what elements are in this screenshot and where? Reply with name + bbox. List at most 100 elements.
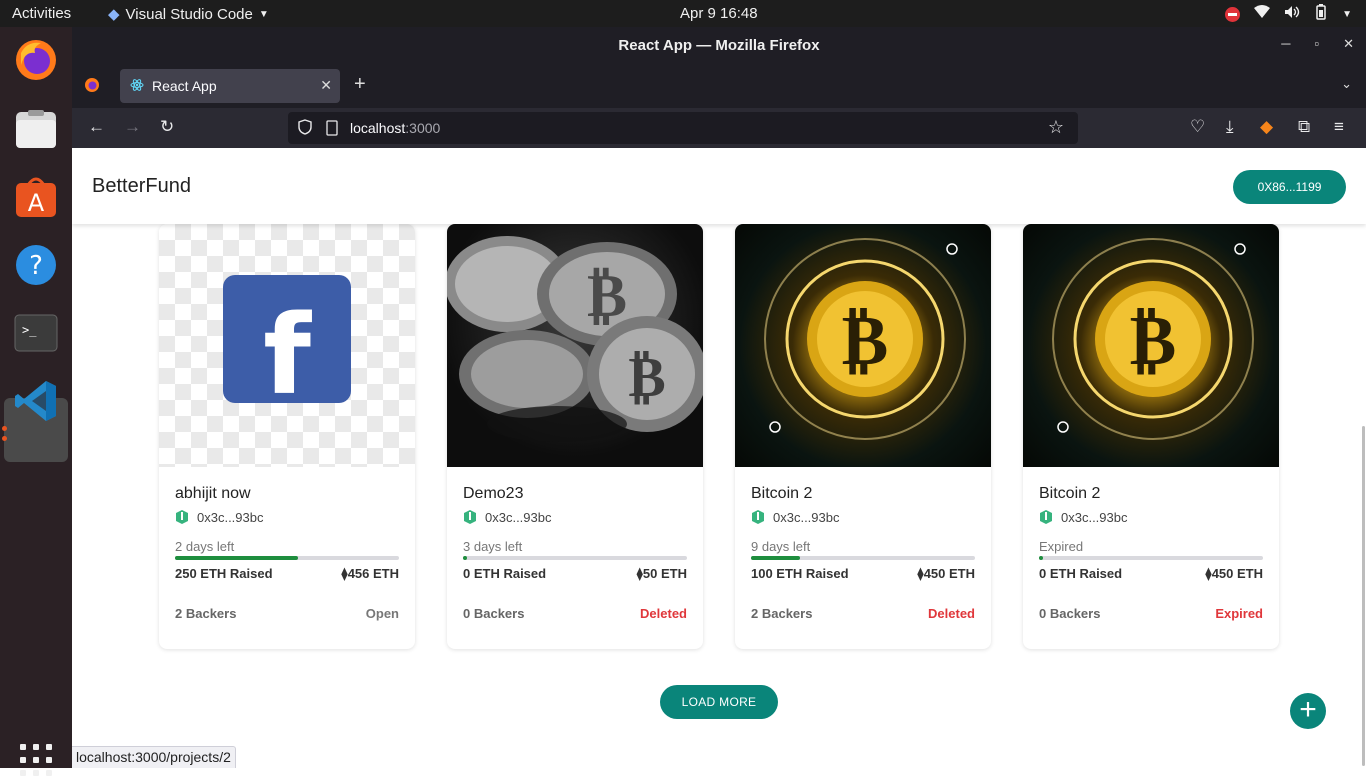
svg-text:A: A bbox=[28, 189, 45, 217]
silver-bitcoins-image: ₿ ₿ bbox=[447, 224, 703, 467]
progress-fill bbox=[751, 556, 801, 560]
status-badge: Expired bbox=[1215, 606, 1263, 621]
minimize-icon[interactable]: ─ bbox=[1281, 36, 1290, 52]
facebook-icon: f bbox=[223, 275, 351, 403]
system-menu-chevron-icon[interactable]: ▼ bbox=[1342, 9, 1352, 20]
progress-fill bbox=[1039, 556, 1043, 560]
project-name: abhijit now bbox=[175, 485, 251, 502]
time-left: 2 days left bbox=[175, 539, 235, 554]
project-card[interactable]: ₿ Bitcoin 2 0x3c...93bc Expired 0 ETH Ra… bbox=[1023, 224, 1279, 649]
link-status-bar: localhost:3000/projects/2 bbox=[72, 746, 236, 768]
extensions-icon[interactable]: ⧉ bbox=[1298, 117, 1310, 137]
project-card[interactable]: ₿ Bitcoin 2 0x3c...93bc 9 days left 100 … bbox=[735, 224, 991, 649]
project-owner: 0x3c...93bc bbox=[1039, 509, 1263, 525]
navigation-toolbar: ← → ↻ localhost:3000 ☆ ♡ ⤓ ◆ ⧉ ≡ bbox=[72, 108, 1366, 148]
project-owner: 0x3c...93bc bbox=[175, 509, 399, 525]
add-project-button[interactable]: + bbox=[1290, 693, 1326, 729]
tab-title: React App bbox=[152, 78, 217, 94]
eth-goal: ⧫450 ETH bbox=[1205, 566, 1263, 582]
status-badge: Open bbox=[365, 606, 399, 621]
downloads-icon[interactable]: ⤓ bbox=[1226, 117, 1234, 137]
status-badge: Deleted bbox=[928, 606, 975, 621]
terminal-icon[interactable]: >_ bbox=[12, 309, 60, 357]
eth-raised: 250 ETH Raised bbox=[175, 566, 273, 581]
url-host: localhost bbox=[350, 120, 406, 136]
app-menu[interactable]: ◆ Visual Studio Code ▼ bbox=[108, 5, 269, 24]
owner-avatar-icon bbox=[1040, 510, 1052, 524]
time-left: 3 days left bbox=[463, 539, 523, 554]
menu-icon[interactable]: ≡ bbox=[1334, 117, 1344, 137]
owner-address: 0x3c...93bc bbox=[197, 509, 264, 525]
project-card[interactable]: f abhijit now 0x3c...93bc 2 days left 25… bbox=[159, 224, 415, 649]
reload-icon[interactable]: ↻ bbox=[160, 117, 174, 137]
facebook-logo-image: f bbox=[159, 224, 415, 467]
tab-react-app[interactable]: React App ✕ bbox=[120, 69, 340, 103]
help-icon[interactable]: ? bbox=[12, 241, 60, 289]
owner-avatar-icon bbox=[176, 510, 188, 524]
svg-text:₿: ₿ bbox=[628, 345, 665, 410]
firefox-icon[interactable] bbox=[12, 36, 60, 84]
list-tabs-icon[interactable]: ⌄ bbox=[1341, 76, 1352, 92]
app-center-icon[interactable]: A bbox=[12, 173, 60, 221]
gold-bitcoin-image: ₿ bbox=[1023, 224, 1279, 467]
vscode-icon[interactable] bbox=[12, 377, 60, 425]
page-content: BetterFund 0X86...1199 f abhijit now 0x3… bbox=[72, 148, 1366, 768]
tab-close-icon[interactable]: ✕ bbox=[320, 77, 332, 94]
back-icon[interactable]: ← bbox=[88, 117, 105, 137]
pocket-icon[interactable]: ♡ bbox=[1190, 117, 1205, 137]
owner-address: 0x3c...93bc bbox=[485, 509, 552, 525]
time-left: Expired bbox=[1039, 539, 1084, 554]
clock[interactable]: Apr 9 16:48 bbox=[680, 5, 758, 22]
activities-button[interactable]: Activities bbox=[12, 5, 71, 22]
eth-raised: 100 ETH Raised bbox=[751, 566, 849, 581]
volume-icon[interactable] bbox=[1284, 5, 1300, 23]
dock: A ? >_ bbox=[0, 27, 72, 776]
scrollbar-thumb[interactable] bbox=[1362, 426, 1365, 766]
shield-icon[interactable] bbox=[298, 119, 312, 138]
eth-goal-value: 450 ETH bbox=[1211, 566, 1263, 581]
url-port: :3000 bbox=[405, 120, 441, 136]
app-header: BetterFund 0X86...1199 bbox=[72, 148, 1366, 224]
metamask-icon[interactable]: ◆ bbox=[1260, 117, 1273, 137]
funding-progress-bar bbox=[175, 556, 399, 560]
close-icon[interactable]: ✕ bbox=[1343, 36, 1354, 52]
svg-text:>_: >_ bbox=[22, 323, 37, 337]
firefox-view-icon[interactable] bbox=[84, 77, 100, 98]
forward-icon[interactable]: → bbox=[124, 117, 141, 137]
eth-raised: 0 ETH Raised bbox=[463, 566, 547, 581]
page-info-icon[interactable] bbox=[326, 120, 338, 139]
react-icon bbox=[130, 78, 144, 95]
window-titlebar: React App — Mozilla Firefox ─ ▫ ✕ bbox=[72, 27, 1366, 64]
do-not-disturb-icon[interactable] bbox=[1225, 6, 1241, 22]
funding-progress-bar bbox=[463, 556, 687, 560]
eth-goal: ⧫456 ETH bbox=[341, 566, 399, 582]
maximize-icon[interactable]: ▫ bbox=[1314, 36, 1319, 52]
svg-text:?: ? bbox=[29, 251, 43, 281]
funding-progress-bar bbox=[1039, 556, 1263, 560]
project-owner: 0x3c...93bc bbox=[463, 509, 687, 525]
backers-count: 2 Backers bbox=[751, 606, 813, 621]
new-tab-icon[interactable]: + bbox=[354, 73, 366, 96]
owner-address: 0x3c...93bc bbox=[1061, 509, 1128, 525]
svg-text:₿: ₿ bbox=[587, 261, 627, 331]
brand-title[interactable]: BetterFund bbox=[92, 175, 191, 198]
show-apps-icon[interactable] bbox=[20, 744, 52, 776]
files-icon[interactable] bbox=[12, 105, 60, 153]
wifi-icon[interactable] bbox=[1254, 5, 1271, 23]
backers-count: 0 Backers bbox=[1039, 606, 1101, 621]
project-card[interactable]: ₿ ₿ Demo23 0x3c...93bc 3 days left 0 ETH… bbox=[447, 224, 703, 649]
wallet-address-button[interactable]: 0X86...1199 bbox=[1233, 170, 1346, 204]
battery-icon[interactable] bbox=[1314, 4, 1328, 24]
owner-address: 0x3c...93bc bbox=[773, 509, 840, 525]
load-more-button[interactable]: LOAD MORE bbox=[660, 685, 778, 719]
project-name: Bitcoin 2 bbox=[751, 485, 813, 502]
tab-bar: React App ✕ + ⌄ bbox=[72, 64, 1366, 108]
system-tray[interactable]: ▼ bbox=[1225, 4, 1352, 24]
project-name: Demo23 bbox=[463, 485, 524, 502]
window-title: React App — Mozilla Firefox bbox=[618, 37, 820, 54]
project-name: Bitcoin 2 bbox=[1039, 485, 1101, 502]
url-bar[interactable]: localhost:3000 ☆ bbox=[288, 112, 1078, 144]
eth-goal-value: 450 ETH bbox=[923, 566, 975, 581]
eth-goal: ⧫50 ETH bbox=[636, 566, 687, 582]
bookmark-star-icon[interactable]: ☆ bbox=[1048, 117, 1064, 138]
